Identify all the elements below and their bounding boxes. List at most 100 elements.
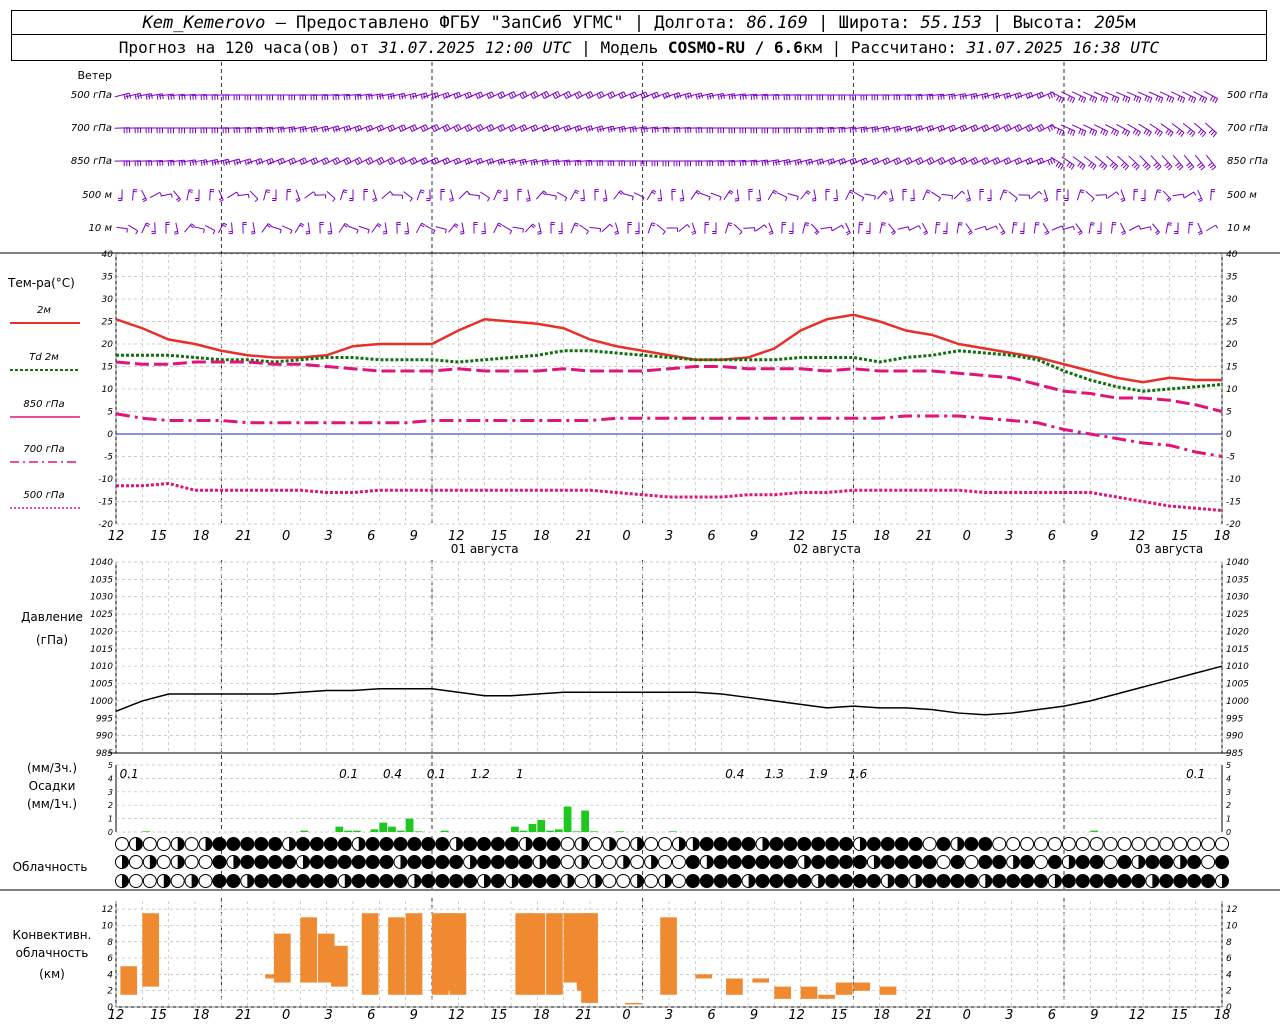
wind-barb bbox=[653, 91, 671, 100]
precip-bar bbox=[616, 831, 625, 832]
cloud-title: Облачность bbox=[13, 860, 88, 874]
wind-barb-feather bbox=[994, 125, 999, 131]
wind-barb-feather bbox=[1103, 165, 1108, 171]
wind-barb bbox=[1008, 191, 1018, 202]
wind-barb bbox=[444, 157, 462, 166]
wind-level-label-left: 500 гПа bbox=[71, 90, 112, 101]
wind-barb-feather bbox=[167, 94, 170, 100]
wind-barb bbox=[1197, 222, 1203, 236]
wind-barb bbox=[1172, 193, 1185, 199]
cloud-symbol bbox=[825, 874, 840, 888]
wind-barb-feather bbox=[951, 94, 954, 100]
wind-barb-shaft bbox=[304, 191, 314, 199]
temp-tick-label-left: 35 bbox=[102, 273, 114, 283]
wind-barb-feather bbox=[1138, 97, 1142, 103]
wind-barb-feather bbox=[918, 225, 922, 230]
wind-barb bbox=[1120, 189, 1126, 202]
cloud-symbol bbox=[699, 874, 714, 888]
cloud-symbol bbox=[532, 874, 547, 888]
cloud-circle bbox=[671, 874, 686, 888]
wind-barb bbox=[741, 127, 758, 134]
cloud-symbol bbox=[1187, 855, 1202, 869]
wind-barb-feather bbox=[365, 159, 369, 165]
precip-tick-label-left: 1 bbox=[108, 815, 113, 824]
temp-panel-title: Тем-ра(°С) bbox=[7, 276, 75, 290]
wind-barb bbox=[391, 194, 403, 200]
wind-barb bbox=[1085, 190, 1095, 202]
wind-barb-feather bbox=[614, 232, 619, 235]
wind-barb bbox=[840, 126, 857, 134]
wind-barb-feather bbox=[882, 159, 886, 166]
wind-barb bbox=[888, 189, 894, 202]
time-tick-label-bottom: 21 bbox=[235, 1008, 252, 1023]
cloud-fill-half bbox=[177, 855, 185, 869]
cloud-symbol bbox=[518, 837, 533, 851]
wind-barb-shaft bbox=[184, 223, 192, 233]
cloud-symbol bbox=[393, 837, 408, 851]
wind-barb bbox=[810, 223, 820, 236]
cloud-symbol bbox=[866, 837, 881, 851]
wind-barb-feather bbox=[1102, 96, 1106, 102]
wind-barb bbox=[116, 226, 128, 233]
wind-barb-shaft bbox=[186, 189, 190, 201]
wind-barb-feather bbox=[460, 232, 465, 235]
cloud-symbol bbox=[226, 837, 241, 851]
wind-barb bbox=[656, 224, 666, 235]
wind-barb-feather bbox=[359, 157, 363, 163]
wind-barb-feather bbox=[937, 159, 941, 165]
wind-barb-feather bbox=[863, 127, 866, 133]
wind-barb bbox=[631, 91, 649, 100]
cloud-symbol bbox=[1145, 874, 1160, 888]
wind-barb-feather bbox=[959, 94, 962, 100]
wind-barb-feather bbox=[849, 191, 854, 195]
wind-barb-feather bbox=[475, 126, 479, 132]
cloud-fill-full bbox=[254, 874, 268, 888]
wind-barb-feather bbox=[555, 195, 557, 200]
wind-barb-feather bbox=[1146, 96, 1150, 102]
wind-barb-feather bbox=[1072, 130, 1076, 137]
cloud-fill-full bbox=[352, 874, 366, 888]
wind-barb-feather bbox=[1036, 94, 1040, 100]
wind-barb-feather bbox=[1156, 231, 1160, 236]
cloud-circle bbox=[142, 837, 157, 851]
wind-barb-feather bbox=[926, 191, 931, 194]
wind-barb bbox=[268, 94, 285, 101]
wind-barb bbox=[517, 188, 522, 201]
wind-barb-feather bbox=[434, 93, 437, 99]
wind-barb-feather bbox=[409, 198, 413, 202]
cloud-symbol bbox=[1047, 855, 1062, 869]
precip-tick-label-left: 2 bbox=[108, 801, 113, 810]
wind-barb bbox=[675, 160, 692, 167]
wind-barb-shaft bbox=[1082, 124, 1098, 132]
wind-barb-feather bbox=[200, 160, 203, 166]
temp-tick-label-left: 5 bbox=[107, 408, 113, 418]
wind-barb-feather bbox=[1055, 161, 1060, 167]
wind-barb bbox=[512, 226, 524, 233]
wind-barb-feather bbox=[1135, 165, 1140, 171]
wind-barb-feather bbox=[1197, 230, 1202, 234]
cloud-symbol bbox=[671, 837, 686, 851]
wind-barb-feather bbox=[181, 160, 183, 166]
temp-legend-label: Td 2м bbox=[29, 352, 59, 363]
cloud-fill-full bbox=[435, 837, 449, 851]
wind-barb-feather bbox=[444, 125, 449, 131]
wind-barb-feather bbox=[219, 199, 224, 203]
wind-barb-feather bbox=[1067, 95, 1071, 101]
wind-barb-feather bbox=[387, 126, 391, 133]
wind-barb bbox=[511, 124, 528, 133]
cloud-symbol bbox=[226, 855, 241, 869]
wind-barb bbox=[1172, 155, 1184, 171]
wind-barb bbox=[820, 226, 833, 232]
wind-barb-feather bbox=[662, 127, 665, 134]
cloud-symbol bbox=[156, 855, 171, 869]
cloud-symbol bbox=[518, 855, 533, 869]
wind-barb-feather bbox=[1138, 225, 1142, 230]
wind-barb-feather bbox=[269, 127, 271, 133]
wind-barb-feather bbox=[372, 199, 377, 202]
cloud-symbol bbox=[671, 874, 686, 888]
wind-barb bbox=[664, 160, 681, 167]
cloud-symbol bbox=[685, 874, 700, 888]
date-label: 01 августа bbox=[451, 542, 519, 556]
wind-barb-feather bbox=[602, 197, 607, 200]
wind-barb bbox=[743, 227, 756, 232]
